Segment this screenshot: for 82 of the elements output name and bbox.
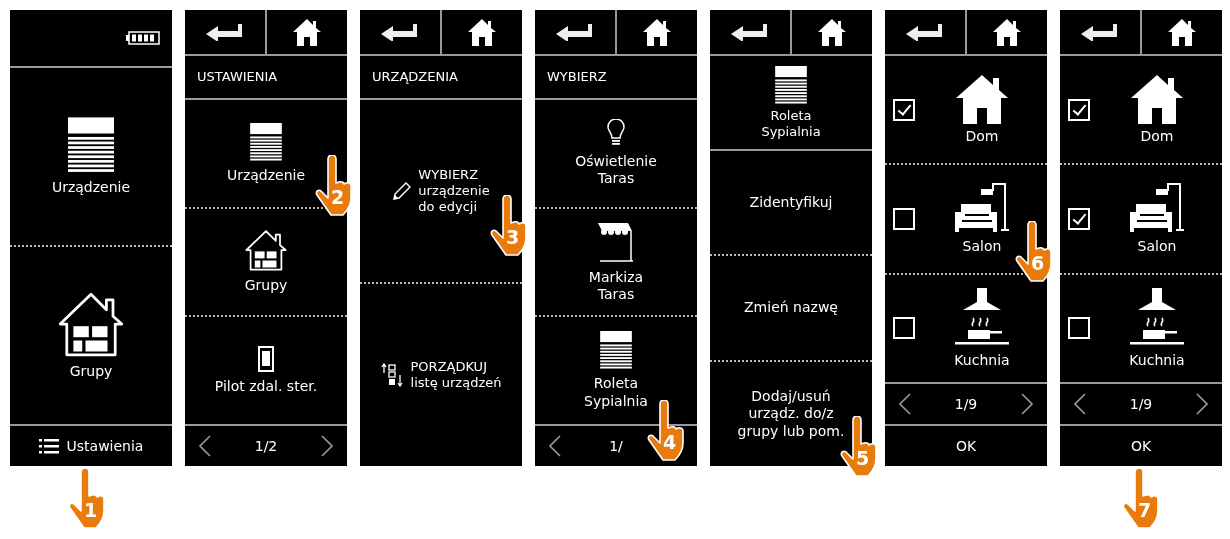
- back-arrow-icon[interactable]: [1081, 23, 1119, 41]
- item-label[interactable]: Grupy: [244, 277, 288, 295]
- ok-button[interactable]: OK: [955, 438, 977, 454]
- blind-icon: [250, 122, 282, 161]
- chevron-left-icon[interactable]: [549, 435, 561, 457]
- room-label: Salon: [962, 238, 1002, 256]
- screen-title: USTAWIENIA: [197, 68, 278, 86]
- page-indicator: 1/2: [254, 438, 278, 454]
- ok-button[interactable]: OK: [1130, 438, 1152, 454]
- cooker-hood-pot-icon: [953, 287, 1011, 348]
- armchair-lamp-icon: [953, 182, 1011, 235]
- home-icon[interactable]: [992, 18, 1022, 46]
- device-name: Roleta Sypialnia: [761, 108, 821, 141]
- settings-link[interactable]: Ustawienia: [66, 438, 144, 454]
- remote-icon: [258, 345, 274, 372]
- menu-option[interactable]: Zmień nazwę: [744, 299, 838, 317]
- item-label[interactable]: Roleta Sypialnia: [584, 375, 648, 411]
- house-icon: [245, 229, 287, 272]
- checkbox[interactable]: [1068, 208, 1090, 230]
- step-number: 7: [1138, 501, 1152, 520]
- room-label: Salon: [1137, 238, 1177, 256]
- cooker-hood-pot-icon: [1128, 287, 1186, 348]
- chevron-right-icon[interactable]: [321, 435, 333, 457]
- step-number: 4: [663, 433, 677, 452]
- battery-icon: [126, 31, 160, 45]
- item-label[interactable]: Grupy: [69, 362, 113, 381]
- blind-icon: [68, 116, 114, 173]
- home-icon[interactable]: [1167, 18, 1197, 46]
- menu-option[interactable]: Dodaj/usuń urządz. do/z grupy lub pom.: [737, 387, 845, 441]
- chevron-left-icon[interactable]: [1074, 393, 1086, 415]
- home-icon[interactable]: [642, 18, 672, 46]
- step-number: 1: [84, 501, 98, 520]
- chevron-left-icon[interactable]: [199, 435, 211, 457]
- screen-title: URZĄDZENIA: [372, 68, 458, 86]
- sort-list-icon: [380, 363, 405, 387]
- screen-title: WYBIERZ: [547, 68, 607, 86]
- checkbox[interactable]: [1068, 98, 1090, 121]
- page-indicator: 1/9: [954, 396, 978, 412]
- house-icon: [955, 73, 1009, 124]
- checkbox[interactable]: [1068, 317, 1090, 340]
- menu-icon[interactable]: [38, 438, 59, 454]
- back-arrow-icon[interactable]: [381, 23, 419, 41]
- home-icon[interactable]: [817, 18, 847, 46]
- back-arrow-icon[interactable]: [731, 23, 769, 41]
- item-label[interactable]: Pilot zdal. ster.: [214, 377, 318, 396]
- blind-icon: [600, 331, 632, 370]
- pencil-icon: [392, 181, 413, 201]
- checkbox[interactable]: [893, 208, 915, 230]
- page-indicator: 1/9: [1129, 396, 1153, 412]
- room-label: Dom: [965, 127, 999, 146]
- room-label: Kuchnia: [954, 351, 1010, 370]
- pointing-hand-icon: [647, 400, 687, 462]
- step-number: 2: [331, 188, 345, 208]
- back-arrow-icon[interactable]: [206, 23, 244, 41]
- item-label[interactable]: Urządzenie: [51, 178, 131, 197]
- item-label[interactable]: Urządzenie: [226, 166, 306, 185]
- item-label[interactable]: Markiza Taras: [588, 268, 644, 304]
- light-bulb-icon: [607, 118, 625, 147]
- blind-icon: [775, 66, 807, 104]
- armchair-lamp-icon: [1128, 182, 1186, 235]
- house-icon: [1130, 73, 1184, 124]
- house-icon: [58, 290, 124, 357]
- home-icon[interactable]: [467, 18, 497, 46]
- item-label[interactable]: PORZĄDKUJ listę urządzeń: [410, 358, 502, 392]
- awning-icon: [596, 220, 636, 263]
- back-arrow-icon[interactable]: [906, 23, 944, 41]
- step-number: 3: [506, 227, 520, 247]
- item-label[interactable]: WYBIERZ urządzenie do edycji: [418, 166, 490, 216]
- home-icon[interactable]: [292, 18, 322, 46]
- step-number: 6: [1031, 254, 1045, 274]
- chevron-left-icon[interactable]: [899, 393, 911, 415]
- chevron-right-icon[interactable]: [1021, 393, 1033, 415]
- checkbox[interactable]: [893, 317, 915, 340]
- menu-option[interactable]: Zidentyfikuj: [749, 193, 833, 212]
- room-label: Dom: [1140, 127, 1174, 146]
- room-label: Kuchnia: [1129, 351, 1185, 370]
- chevron-right-icon[interactable]: [1196, 393, 1208, 415]
- item-label[interactable]: Oświetlenie Taras: [575, 152, 657, 188]
- back-arrow-icon[interactable]: [556, 23, 594, 41]
- page-indicator: 1/: [609, 438, 623, 454]
- checkbox[interactable]: [893, 98, 915, 121]
- step-number: 5: [856, 449, 870, 469]
